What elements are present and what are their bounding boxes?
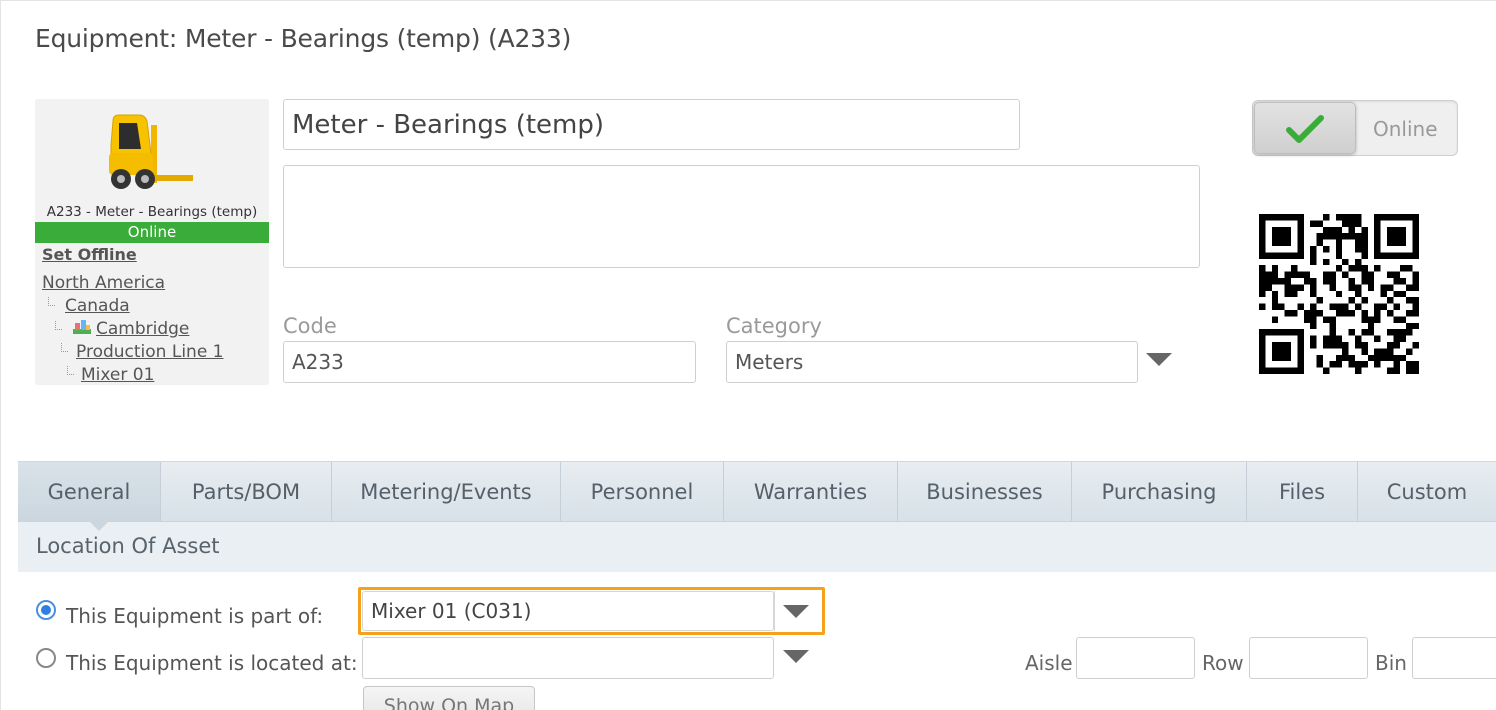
tree-connector [55, 321, 62, 330]
tab-warranties[interactable]: Warranties [724, 462, 898, 521]
chevron-down-icon[interactable] [783, 650, 809, 663]
tab-general[interactable]: General [18, 462, 161, 521]
tree-item-north-america[interactable]: North America [42, 273, 165, 293]
tab-custom[interactable]: Custom [1358, 462, 1496, 521]
code-label: Code [283, 314, 337, 338]
tab-purchasing[interactable]: Purchasing [1072, 462, 1247, 521]
chevron-down-icon[interactable] [1146, 353, 1172, 366]
asset-caption: A233 - Meter - Bearings (temp) [46, 204, 258, 220]
show-on-map-button[interactable]: Show On Map [363, 686, 535, 710]
tab-parts-bom[interactable]: Parts/BOM [161, 462, 332, 521]
aisle-label: Aisle [1025, 651, 1073, 675]
forklift-icon [109, 114, 193, 189]
tree-item-production-line[interactable]: Production Line 1 [76, 342, 224, 362]
tab-businesses[interactable]: Businesses [898, 462, 1072, 521]
category-select[interactable]: Meters [726, 341, 1138, 383]
tree-connector [48, 297, 55, 306]
asset-card: A233 - Meter - Bearings (temp) Online Se… [35, 99, 269, 385]
toggle-label: Online [1373, 117, 1438, 141]
part-of-label: This Equipment is part of: [66, 604, 324, 628]
section-title: Location Of Asset [36, 534, 220, 558]
location-section-header: Location Of Asset [18, 522, 1496, 572]
tree-connector [67, 366, 74, 375]
part-of-select[interactable]: Mixer 01 (C031) [362, 591, 774, 631]
active-tab-pointer [89, 521, 109, 531]
checkmark-icon [1286, 115, 1324, 143]
dropdown-separator [774, 591, 775, 631]
located-at-label: This Equipment is located at: [66, 651, 358, 675]
equipment-name-input[interactable] [283, 99, 1020, 150]
tab-files[interactable]: Files [1247, 462, 1358, 521]
facility-icon [73, 320, 91, 334]
aisle-input[interactable] [1076, 637, 1195, 679]
set-offline-link[interactable]: Set Offline [42, 245, 137, 264]
tree-item-canada[interactable]: Canada [65, 296, 130, 316]
part-of-radio[interactable] [36, 600, 56, 620]
tree-connector [61, 343, 68, 352]
tab-bar: General Parts/BOM Metering/Events Person… [18, 461, 1496, 522]
page-title: Equipment: Meter - Bearings (temp) (A233… [35, 24, 572, 53]
qr-code-icon [1259, 214, 1419, 374]
toggle-knob[interactable] [1254, 102, 1356, 154]
bin-input[interactable] [1412, 637, 1496, 679]
tree-item-cambridge[interactable]: Cambridge [96, 319, 189, 339]
status-badge: Online [35, 222, 269, 243]
row-label: Row [1202, 651, 1244, 675]
located-at-radio[interactable] [36, 648, 56, 668]
code-input[interactable]: A233 [283, 341, 696, 383]
tab-metering-events[interactable]: Metering/Events [332, 462, 561, 521]
chevron-down-icon[interactable] [783, 605, 809, 618]
tree-item-mixer[interactable]: Mixer 01 [81, 365, 154, 385]
row-input[interactable] [1249, 637, 1368, 679]
bin-label: Bin [1375, 651, 1407, 675]
category-label: Category [726, 314, 822, 338]
located-at-select[interactable] [362, 637, 774, 679]
online-toggle[interactable]: Online [1252, 100, 1458, 156]
tab-personnel[interactable]: Personnel [561, 462, 724, 521]
description-textarea[interactable] [283, 165, 1200, 268]
